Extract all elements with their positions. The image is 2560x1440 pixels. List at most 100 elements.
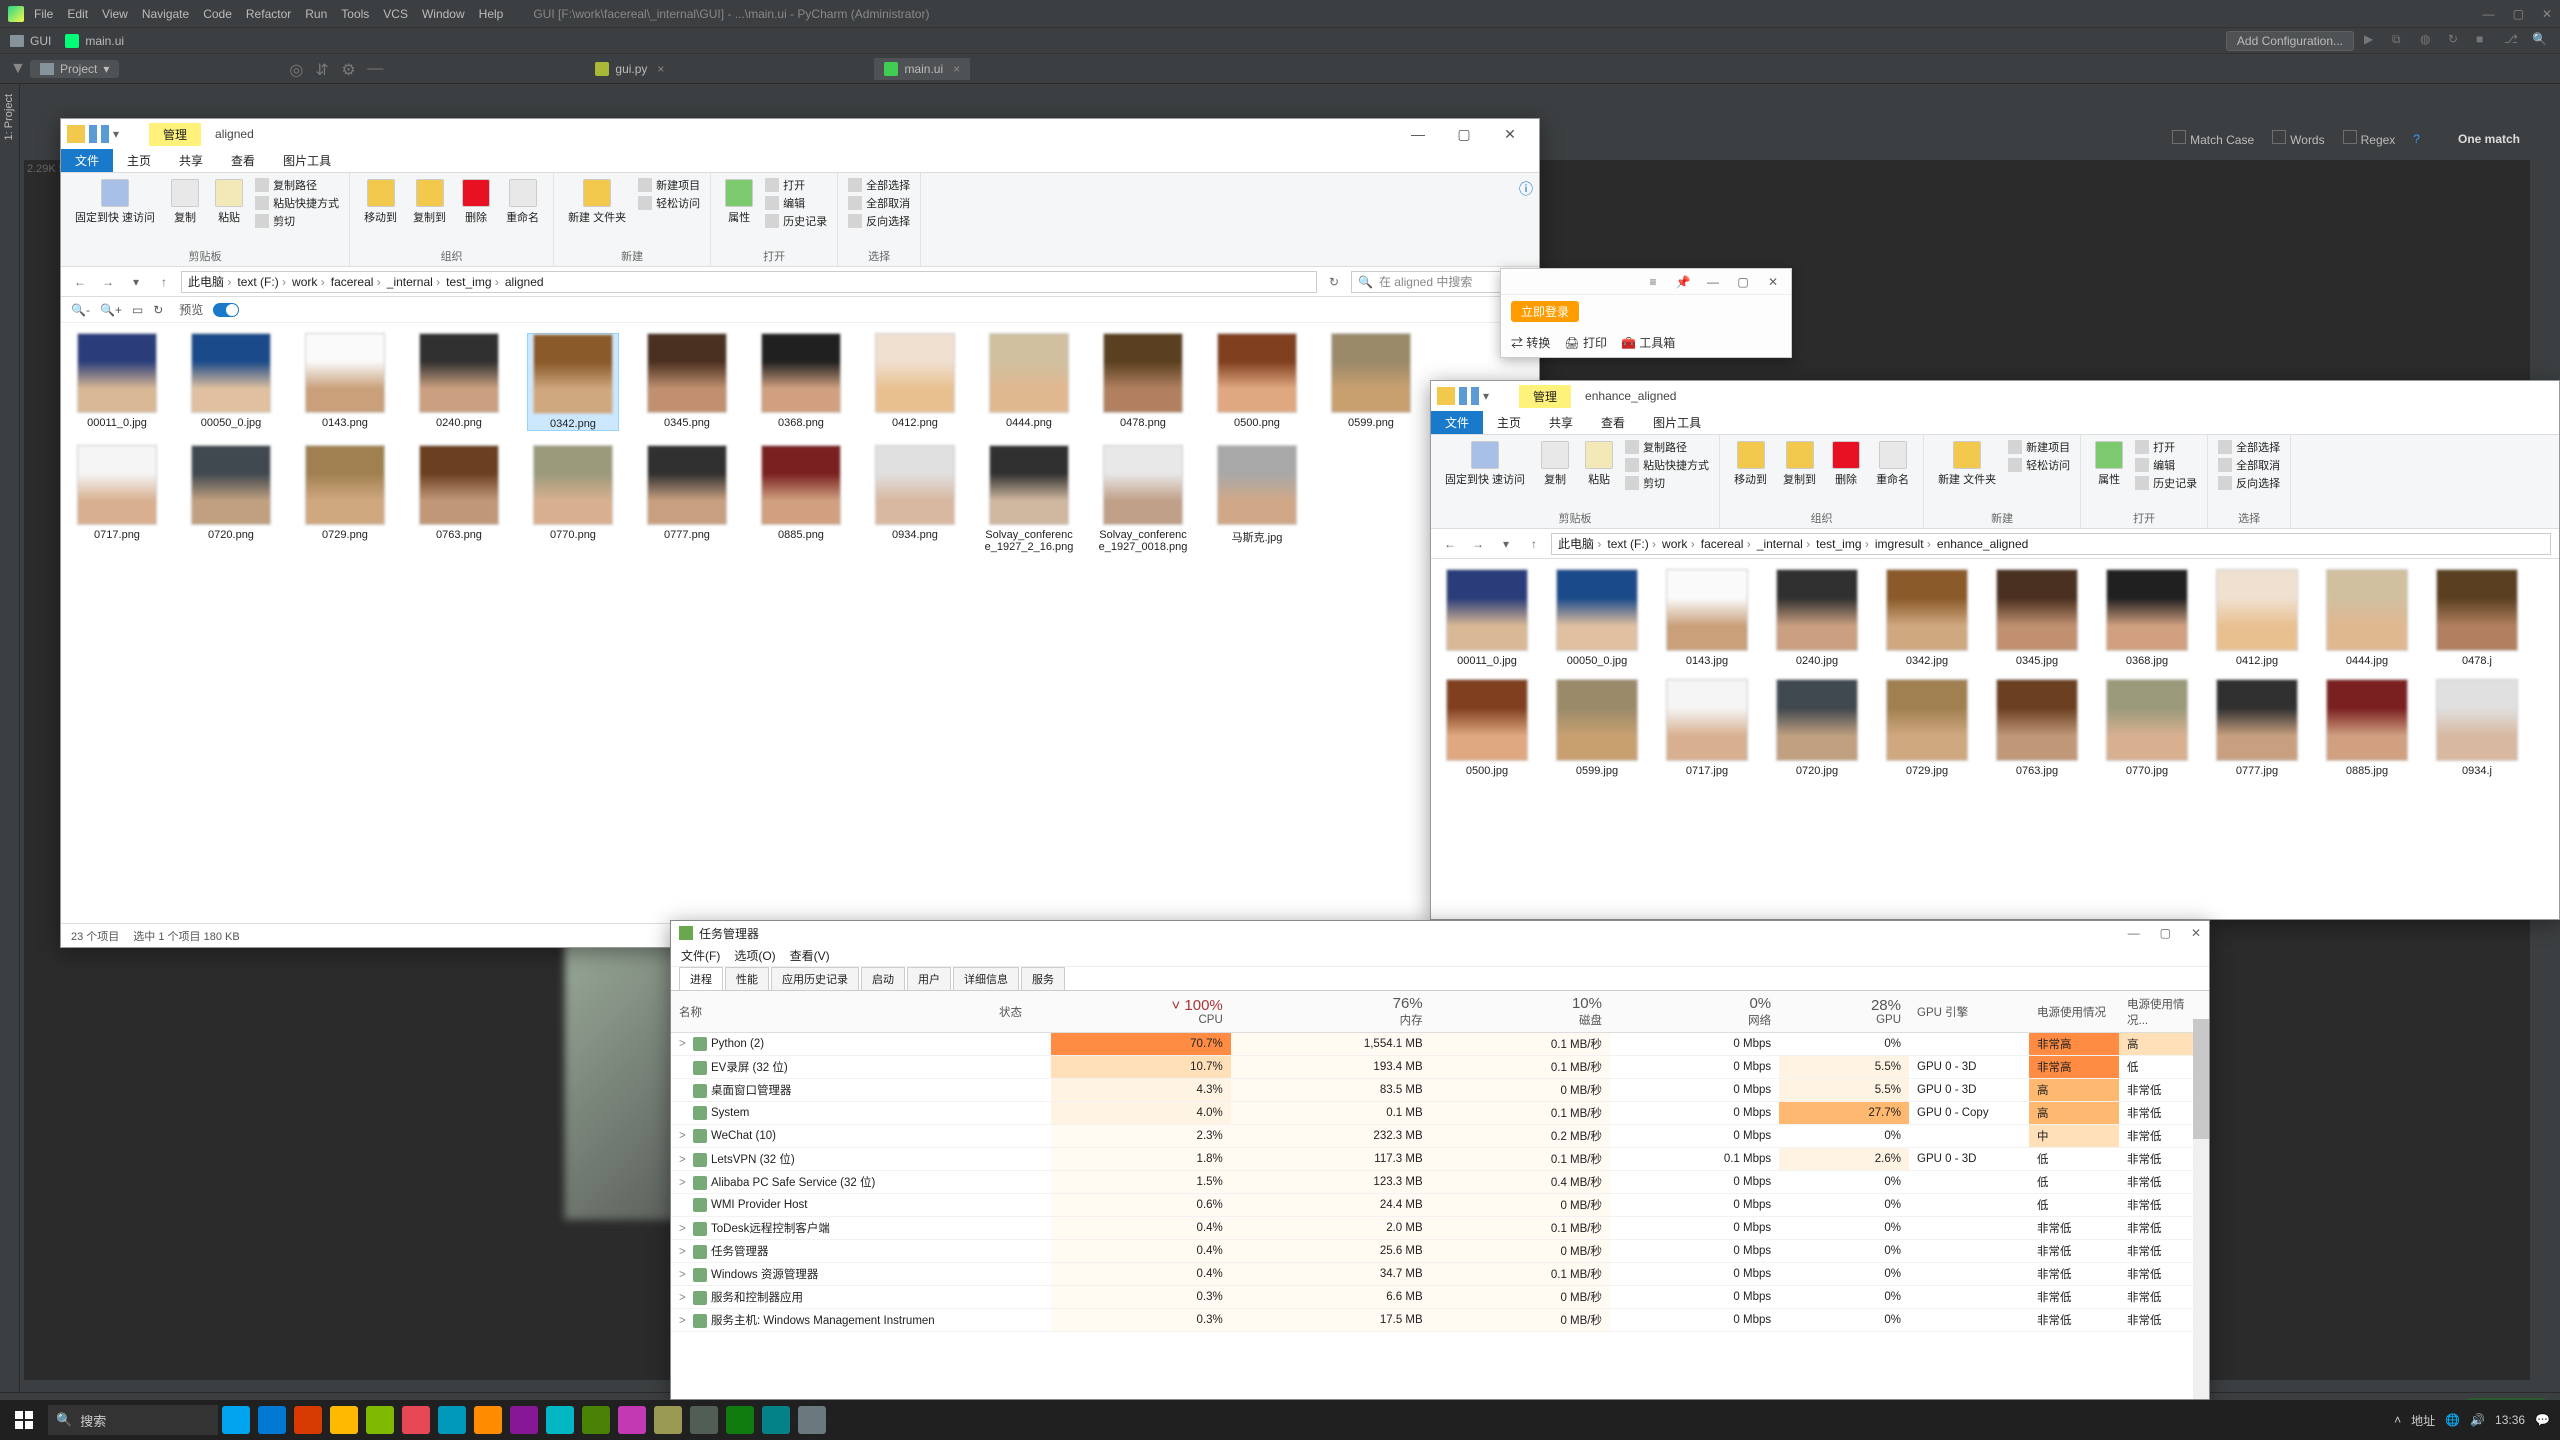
close-icon[interactable]: ✕ bbox=[2542, 7, 2552, 21]
menu-code[interactable]: Code bbox=[203, 7, 232, 21]
qat-dropdown-icon[interactable]: ▾ bbox=[113, 127, 119, 141]
taskbar-app-icon[interactable] bbox=[294, 1406, 322, 1434]
hide-icon[interactable]: — bbox=[367, 60, 385, 78]
path-segment[interactable]: facereal bbox=[1701, 537, 1751, 551]
search-icon[interactable]: 🔍 bbox=[2532, 32, 2550, 50]
file-item[interactable]: Solvay_conference_1927_2_16.png bbox=[983, 445, 1075, 553]
file-item[interactable]: 0345.jpg bbox=[1991, 569, 2083, 667]
rename-button[interactable]: 重命名 bbox=[502, 177, 543, 227]
menu-vcs[interactable]: VCS bbox=[383, 7, 408, 21]
col-disk[interactable]: 10%磁盘 bbox=[1431, 991, 1610, 1033]
menu-icon[interactable]: ≡ bbox=[1643, 275, 1663, 289]
file-item[interactable]: 0240.jpg bbox=[1771, 569, 1863, 667]
explorer-titlebar[interactable]: ▾ 管理 aligned — ▢ ✕ bbox=[61, 119, 1539, 149]
delete-button[interactable]: 删除 bbox=[458, 177, 494, 227]
ribbon-context-tab[interactable]: 管理 bbox=[1519, 385, 1571, 408]
aux-toolbar-window[interactable]: ≡ 📌 — ▢ ✕ 立即登录 ⇄ 转换 🖨 打印 🧰 工具箱 bbox=[1500, 268, 1792, 358]
minimize-icon[interactable]: — bbox=[1395, 126, 1441, 143]
file-item[interactable]: 0934.j bbox=[2431, 679, 2523, 777]
tab-close-icon[interactable]: × bbox=[657, 62, 664, 76]
menu-navigate[interactable]: Navigate bbox=[142, 7, 189, 21]
vcs-icon[interactable]: ⎇ bbox=[2504, 32, 2522, 50]
col-net[interactable]: 0%网络 bbox=[1610, 991, 1779, 1033]
convert-button[interactable]: ⇄ 转换 bbox=[1511, 334, 1550, 351]
zoom-in-icon[interactable]: 🔍+ bbox=[100, 303, 122, 317]
taskbar-app-icon[interactable] bbox=[762, 1406, 790, 1434]
ribbon-tab[interactable]: 主页 bbox=[113, 149, 165, 172]
menu-window[interactable]: Window bbox=[422, 7, 465, 21]
col-gpu-engine[interactable]: GPU 引擎 bbox=[1909, 991, 2029, 1033]
copy-path-button[interactable]: 复制路径 bbox=[255, 177, 339, 193]
forward-icon[interactable]: → bbox=[1467, 537, 1489, 551]
close-icon[interactable]: ✕ bbox=[2191, 926, 2201, 940]
regex-checkbox[interactable]: Regex bbox=[2343, 130, 2396, 147]
task-manager[interactable]: 任务管理器 — ▢ ✕ 文件(F)选项(O)查看(V) 进程性能应用历史记录启动… bbox=[670, 920, 2210, 1400]
path-segment[interactable]: 此电脑 bbox=[1558, 535, 1601, 552]
path-segment[interactable]: _internal bbox=[387, 275, 440, 289]
copy-to-button[interactable]: 复制到 bbox=[409, 177, 450, 227]
explorer-aligned[interactable]: ▾ 管理 aligned — ▢ ✕ 文件主页共享查看图片工具 固定到快 速访问… bbox=[60, 118, 1540, 948]
process-row[interactable]: >Alibaba PC Safe Service (32 位)1.5%123.3… bbox=[671, 1171, 2209, 1194]
close-icon[interactable]: ✕ bbox=[1763, 275, 1783, 289]
help-icon[interactable]: ⓘ bbox=[1513, 173, 1539, 266]
minimize-icon[interactable]: — bbox=[2483, 7, 2495, 21]
ribbon-tab[interactable]: 共享 bbox=[165, 149, 217, 172]
explorer-titlebar[interactable]: ▾ 管理 enhance_aligned bbox=[1431, 381, 2559, 411]
process-row[interactable]: >任务管理器0.4%25.6 MB0 MB/秒0 Mbps0%非常低非常低 bbox=[671, 1240, 2209, 1263]
profile-icon[interactable]: ↻ bbox=[2448, 32, 2466, 50]
file-item[interactable]: 0143.jpg bbox=[1661, 569, 1753, 667]
file-item[interactable]: 0478.j bbox=[2431, 569, 2523, 667]
scrollbar[interactable] bbox=[2193, 1019, 2209, 1399]
expand-icon[interactable]: ⇵ bbox=[315, 60, 333, 78]
coverage-icon[interactable]: ◍ bbox=[2420, 32, 2438, 50]
taskmgr-tab[interactable]: 进程 bbox=[679, 967, 723, 990]
editor-tab[interactable]: gui.py× bbox=[585, 58, 674, 80]
path-box[interactable]: 此电脑text (F:)workfacereal_internaltest_im… bbox=[181, 271, 1317, 293]
process-row[interactable]: >LetsVPN (32 位)1.8%117.3 MB0.1 MB/秒0.1 M… bbox=[671, 1148, 2209, 1171]
file-item[interactable]: 0500.png bbox=[1211, 333, 1303, 431]
menu-help[interactable]: Help bbox=[479, 7, 504, 21]
col-mem[interactable]: 76%内存 bbox=[1231, 991, 1431, 1033]
process-row[interactable]: EV录屏 (32 位)10.7%193.4 MB0.1 MB/秒0 Mbps5.… bbox=[671, 1056, 2209, 1079]
system-tray[interactable]: ˄ 地址 🌐 🔊 13:36 💬 bbox=[2394, 1412, 2560, 1429]
process-row[interactable]: >WeChat (10)2.3%232.3 MB0.2 MB/秒0 Mbps0%… bbox=[671, 1125, 2209, 1148]
file-item[interactable]: 0345.png bbox=[641, 333, 733, 431]
back-icon[interactable]: ← bbox=[69, 275, 91, 289]
process-row[interactable]: System4.0%0.1 MB0.1 MB/秒0 Mbps27.7%GPU 0… bbox=[671, 1102, 2209, 1125]
process-row[interactable]: >ToDesk远程控制客户端0.4%2.0 MB0.1 MB/秒0 Mbps0%… bbox=[671, 1217, 2209, 1240]
zoom-out-icon[interactable]: 🔍- bbox=[71, 303, 90, 317]
ribbon-tab[interactable]: 文件 bbox=[1431, 411, 1483, 434]
tray-region[interactable]: 地址 bbox=[2411, 1412, 2435, 1429]
up-icon[interactable]: ↑ bbox=[153, 275, 175, 289]
match-case-checkbox[interactable]: Match Case bbox=[2172, 130, 2254, 147]
find-help-icon[interactable]: ? bbox=[2413, 132, 2420, 146]
ribbon-context-tab[interactable]: 管理 bbox=[149, 123, 201, 146]
taskbar-app-icon[interactable] bbox=[258, 1406, 286, 1434]
file-item[interactable]: 0599.png bbox=[1325, 333, 1417, 431]
file-grid[interactable]: 00011_0.jpg00050_0.jpg0143.jpg0240.jpg03… bbox=[1431, 559, 2559, 919]
paste-shortcut-button[interactable]: 粘贴快捷方式 bbox=[255, 195, 339, 211]
col-status[interactable]: 状态 bbox=[991, 991, 1051, 1033]
edit-button[interactable]: 编辑 bbox=[765, 195, 827, 211]
path-segment[interactable]: facereal bbox=[331, 275, 381, 289]
clock[interactable]: 13:36 bbox=[2495, 1414, 2525, 1427]
file-item[interactable]: 0368.jpg bbox=[2101, 569, 2193, 667]
taskmgr-titlebar[interactable]: 任务管理器 — ▢ ✕ bbox=[671, 921, 2209, 945]
qat-dropdown-icon[interactable]: ▾ bbox=[1483, 389, 1489, 403]
file-item[interactable]: 0717.jpg bbox=[1661, 679, 1753, 777]
ide-titlebar[interactable]: FileEditViewNavigateCodeRefactorRunTools… bbox=[0, 0, 2560, 28]
explorer-enhance-aligned[interactable]: ▾ 管理 enhance_aligned 文件主页共享查看图片工具 固定到快 速… bbox=[1430, 380, 2560, 920]
col-gpu[interactable]: 28%GPU bbox=[1779, 991, 1909, 1033]
collapse-icon[interactable]: ▼ bbox=[10, 60, 26, 78]
editor-tab[interactable]: main.ui× bbox=[874, 58, 970, 80]
debug-icon[interactable]: ⧉ bbox=[2392, 32, 2410, 50]
fit-icon[interactable]: ▭ bbox=[132, 303, 143, 317]
add-configuration-button[interactable]: Add Configuration... bbox=[2226, 31, 2354, 51]
file-item[interactable]: 0368.png bbox=[755, 333, 847, 431]
login-button[interactable]: 立即登录 bbox=[1511, 301, 1579, 322]
run-icon[interactable]: ▶ bbox=[2364, 32, 2382, 50]
file-item[interactable]: 0720.jpg bbox=[1771, 679, 1863, 777]
ide-left-gutter[interactable]: 1: Project bbox=[0, 84, 20, 1400]
target-icon[interactable]: ◎ bbox=[289, 60, 307, 78]
file-item[interactable]: 0885.png bbox=[755, 445, 847, 553]
